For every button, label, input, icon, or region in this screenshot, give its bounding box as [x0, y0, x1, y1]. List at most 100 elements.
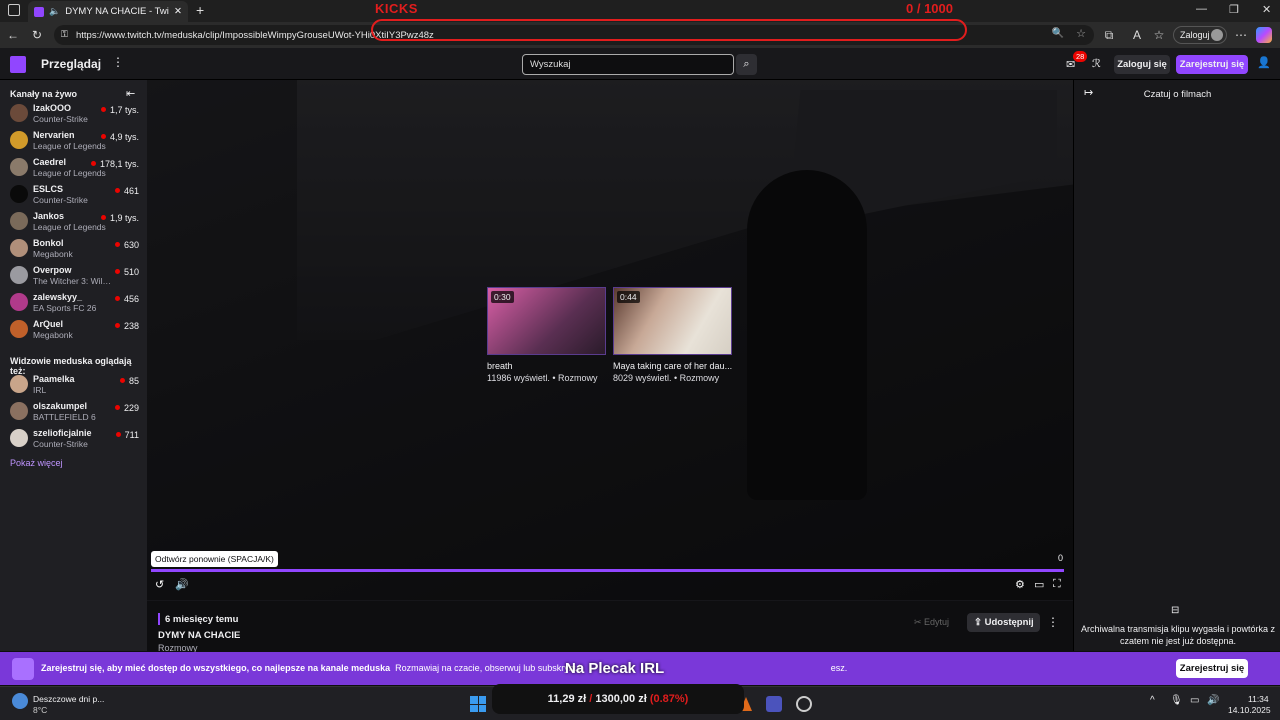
weather-temp: 8°C: [33, 705, 48, 715]
speaker-icon[interactable]: 🔈: [49, 6, 60, 17]
favorites-icon[interactable]: ☆: [1150, 22, 1168, 48]
channel-item[interactable]: Caedrel League of Legends 178,1 tys.: [0, 154, 147, 181]
volume-tray-icon[interactable]: 🔊: [1207, 695, 1219, 706]
channel-item[interactable]: Jankos League of Legends 1,9 tys.: [0, 208, 147, 235]
restore-icon[interactable]: ❐: [1229, 3, 1239, 16]
viewer-count: 456: [115, 294, 139, 304]
channel-game: League of Legends: [33, 168, 106, 178]
channel-item[interactable]: Nervarien League of Legends 4,9 tys.: [0, 127, 147, 154]
copilot-icon[interactable]: [1256, 27, 1272, 43]
browser-tab[interactable]: 🔈 DYMY NA CHACIE - Twitch ✕: [28, 1, 188, 22]
channel-game: League of Legends: [33, 222, 106, 232]
channel-item[interactable]: ESLCS Counter-Strike 461: [0, 181, 147, 208]
channel-item[interactable]: Paamelka IRL 85: [0, 371, 147, 398]
recommended-clip-2[interactable]: 0:44: [613, 287, 732, 355]
banner-signup-button[interactable]: Zarejestruj się: [1176, 659, 1248, 678]
accent-bar: [158, 613, 160, 625]
prime-icon[interactable]: ℛ: [1092, 57, 1101, 70]
weather-icon[interactable]: [12, 693, 28, 709]
viewer-count: 1,7 tys.: [101, 105, 139, 115]
show-more-link[interactable]: Pokaż więcej: [10, 458, 63, 468]
clip-age: 6 miesięcy temu: [165, 614, 239, 625]
more-options-icon[interactable]: ⋮: [112, 55, 124, 69]
video-player[interactable]: 0:30 breath 11986 wyświetl. • Rozmowy 0:…: [147, 80, 1073, 601]
clip-title[interactable]: breath: [487, 361, 513, 371]
search-button[interactable]: ⌕: [736, 54, 757, 75]
viewer-count: 85: [120, 376, 139, 386]
zoom-icon[interactable]: 🔍: [1052, 28, 1064, 39]
chat-title: Czatuj o filmach: [1143, 89, 1212, 100]
channel-item[interactable]: ArQuel Megabonk 238: [0, 316, 147, 343]
close-tab-icon[interactable]: ✕: [174, 6, 182, 17]
channel-game: Counter-Strike: [33, 195, 88, 205]
new-tab-icon[interactable]: +: [196, 2, 204, 18]
site-info-icon[interactable]: ⚿: [61, 29, 68, 40]
channel-item[interactable]: olszakumpel BATTLEFIELD 6 229: [0, 398, 147, 425]
collapse-sidebar-icon[interactable]: ⇤: [126, 87, 135, 100]
video-dim-overlay: [147, 80, 1073, 600]
banner-text-tail: esz.: [830, 663, 848, 673]
edit-label: Edytuj: [924, 617, 950, 627]
replay-tooltip: Odtwórz ponownie (SPACJA/K): [151, 551, 278, 567]
replay-button[interactable]: ↺: [155, 578, 164, 591]
close-window-icon[interactable]: ✕: [1262, 3, 1271, 16]
settings-icon[interactable]: ⚙: [1015, 578, 1025, 591]
display-icon[interactable]: ▭: [1190, 695, 1199, 706]
progress-bar[interactable]: [151, 569, 1064, 572]
microphone-icon[interactable]: 🎙: [1170, 695, 1183, 706]
live-channels-title: Kanały na żywo: [10, 89, 78, 99]
clock-date[interactable]: 14.10.2025: [1228, 705, 1271, 715]
volume-icon[interactable]: 🔊: [175, 578, 189, 591]
twitch-logo-icon[interactable]: [10, 56, 26, 73]
donation-separator: /: [589, 693, 593, 705]
login-button[interactable]: Zaloguj się: [1114, 55, 1170, 74]
fullscreen-icon[interactable]: ⛶: [1053, 578, 1061, 591]
more-actions-icon[interactable]: ⋮: [1047, 615, 1059, 629]
chat-archived-message: Archiwalna transmisja klipu wygasła i po…: [1080, 624, 1276, 646]
tab-actions-icon[interactable]: [8, 4, 20, 16]
banner-text-bold: Zarejestruj się, aby mieć dostęp do wszy…: [41, 663, 391, 673]
profile-label: Zaloguj: [1180, 30, 1210, 40]
viewer-count: 4,9 tys.: [101, 132, 139, 142]
clock-time[interactable]: 11:34: [1248, 694, 1269, 704]
avatar: [10, 104, 28, 122]
theater-mode-icon[interactable]: ▭: [1034, 578, 1044, 591]
teams-icon[interactable]: [766, 696, 782, 712]
viewer-count: 630: [115, 240, 139, 250]
profile-avatar: [1211, 29, 1223, 41]
app-icon-2[interactable]: [796, 696, 812, 712]
channel-name: Bonkol: [33, 238, 64, 248]
user-menu-icon[interactable]: 👤: [1257, 56, 1271, 69]
channel-item[interactable]: zalewskyy_ EA Sports FC 26 456: [0, 289, 147, 316]
chat-panel: ↦ Czatuj o filmach ⊟ Archiwalna transmis…: [1073, 80, 1280, 651]
channel-item[interactable]: OverpowThe Witcher 3: Wild Hunt510: [0, 262, 147, 289]
tray-expand-icon[interactable]: ^: [1150, 695, 1155, 706]
start-icon[interactable]: [470, 696, 486, 712]
avatar: [10, 293, 28, 311]
channel-item[interactable]: Bonkol Megabonk 630: [0, 235, 147, 262]
recommended-clip-1[interactable]: 0:30: [487, 287, 606, 355]
reload-icon[interactable]: ↻: [28, 22, 46, 48]
back-icon[interactable]: ←: [4, 22, 22, 48]
reading-icon[interactable]: A: [1128, 22, 1146, 48]
channel-item[interactable]: szelioficjalnie Counter-Strike 711: [0, 425, 147, 452]
channel-item[interactable]: IzakOOO Counter-Strike 1,7 tys.: [0, 100, 147, 127]
avatar: [10, 158, 28, 176]
channel-name: ESLCS: [33, 184, 64, 194]
banner-text-rest: Rozmawiaj na czacie, obserwuj lub subskr…: [395, 663, 581, 673]
share-button[interactable]: ⇪ Udostępnij: [967, 613, 1040, 632]
channel-game: BATTLEFIELD 6: [33, 412, 96, 422]
minimize-icon[interactable]: —: [1196, 3, 1207, 15]
more-menu-icon[interactable]: ⋯: [1232, 22, 1250, 48]
clip-title[interactable]: Maya taking care of her dau...: [613, 361, 732, 371]
browse-link[interactable]: Przeglądaj: [41, 57, 101, 71]
favorite-icon[interactable]: ☆: [1076, 27, 1086, 40]
search-input[interactable]: Wyszukaj: [522, 54, 734, 75]
edit-button[interactable]: ✂ Edytuj: [908, 613, 960, 632]
viewer-count: 1,9 tys.: [101, 213, 139, 223]
signup-button[interactable]: Zarejestruj się: [1176, 55, 1248, 74]
extensions-icon[interactable]: ⧉: [1100, 22, 1118, 48]
profile-button[interactable]: Zaloguj: [1173, 26, 1227, 44]
channel-name: ArQuel: [33, 319, 64, 329]
weather-title[interactable]: Deszczowe dni p...: [33, 694, 104, 704]
